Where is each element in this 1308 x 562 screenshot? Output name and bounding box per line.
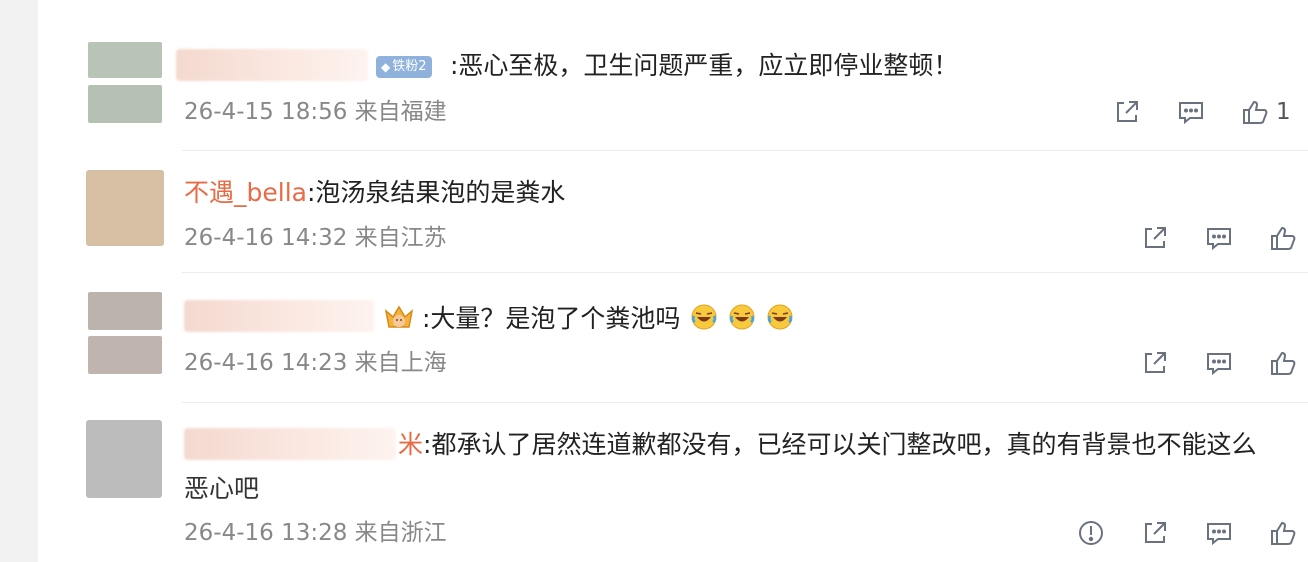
like-count: 1	[1276, 99, 1291, 125]
share-icon[interactable]	[1112, 97, 1142, 127]
comment-text: 米:都承认了居然连道歉都没有，已经可以关门整改吧，真的有背景也不能这么	[398, 428, 1256, 462]
laugh-cry-emoji	[728, 303, 756, 331]
thumbs-up-icon[interactable]	[1268, 223, 1298, 253]
avatar-lower	[88, 85, 162, 123]
timestamp: 26-4-16 13:28	[184, 520, 348, 546]
avatar[interactable]	[88, 42, 162, 78]
comment-icon[interactable]	[1204, 348, 1234, 378]
thumbs-up-icon[interactable]	[1268, 518, 1298, 548]
fan-badge: ◆ 铁粉2	[376, 56, 432, 78]
comment-text: :恶心至极，卫生问题严重，应立即停业整顿！	[450, 51, 959, 80]
username[interactable]: 不遇_bella	[184, 178, 307, 207]
comment-text: 不遇_bella:泡汤泉结果泡的是粪水	[184, 176, 565, 210]
username-redacted[interactable]	[176, 49, 368, 81]
comment-meta: 26-4-16 13:28 来自浙江	[184, 518, 447, 548]
thumbs-up-icon[interactable]	[1268, 348, 1298, 378]
comment-meta: 26-4-16 14:32 来自江苏	[184, 223, 447, 253]
comment-text: :大量？是泡了个粪池吗	[422, 302, 794, 336]
username-suffix[interactable]: 米	[398, 430, 423, 459]
location: 来自浙江	[354, 520, 447, 546]
share-icon[interactable]	[1140, 518, 1170, 548]
crown-badge-icon	[382, 301, 416, 333]
comment-meta: 26-4-15 18:56 来自福建	[184, 97, 447, 127]
comment-actions	[1140, 348, 1298, 378]
comment-actions	[1140, 223, 1298, 253]
share-icon[interactable]	[1140, 348, 1170, 378]
thumbs-up-icon[interactable]	[1240, 97, 1270, 127]
location: 来自江苏	[354, 225, 447, 251]
comment-actions: 1	[1112, 97, 1291, 127]
avatar[interactable]	[88, 292, 162, 330]
avatar[interactable]	[86, 420, 162, 498]
comment-text-line2: 恶心吧	[184, 474, 260, 503]
comment-item: :大量？是泡了个粪池吗 26-4-16 14:23 来自上海	[38, 272, 1308, 402]
comment-icon[interactable]	[1204, 518, 1234, 548]
comment-icon[interactable]	[1176, 97, 1206, 127]
comment-actions	[1076, 518, 1298, 548]
username-redacted[interactable]	[184, 300, 374, 332]
badge-label: 铁粉2	[392, 59, 427, 74]
laugh-cry-emoji	[690, 303, 718, 331]
comment-body: :泡汤泉结果泡的是粪水	[306, 178, 566, 207]
comment-list: ◆ 铁粉2 :恶心至极，卫生问题严重，应立即停业整顿！ 26-4-15 18:5…	[38, 0, 1308, 562]
report-icon[interactable]	[1076, 518, 1106, 548]
location: 来自上海	[354, 350, 447, 376]
comment-item: 米:都承认了居然连道歉都没有，已经可以关门整改吧，真的有背景也不能这么 恶心吧 …	[38, 402, 1308, 562]
username-redacted[interactable]	[184, 428, 396, 460]
comment-meta: 26-4-16 14:23 来自上海	[184, 348, 447, 378]
comment-body: :大量？是泡了个粪池吗	[422, 304, 681, 333]
location: 来自福建	[354, 99, 447, 125]
comment-item: 不遇_bella:泡汤泉结果泡的是粪水 26-4-16 14:32 来自江苏	[38, 150, 1308, 270]
comment-body: :都承认了居然连道歉都没有，已经可以关门整改吧，真的有背景也不能这么	[423, 430, 1257, 459]
timestamp: 26-4-15 18:56	[184, 99, 348, 125]
comment-icon[interactable]	[1204, 223, 1234, 253]
avatar-lower	[88, 336, 162, 374]
timestamp: 26-4-16 14:32	[184, 225, 348, 251]
share-icon[interactable]	[1140, 223, 1170, 253]
avatar[interactable]	[86, 170, 164, 246]
diamond-icon: ◆	[381, 60, 391, 74]
comment-item: ◆ 铁粉2 :恶心至极，卫生问题严重，应立即停业整顿！ 26-4-15 18:5…	[38, 0, 1308, 150]
laugh-cry-emoji	[766, 303, 794, 331]
timestamp: 26-4-16 14:23	[184, 350, 348, 376]
